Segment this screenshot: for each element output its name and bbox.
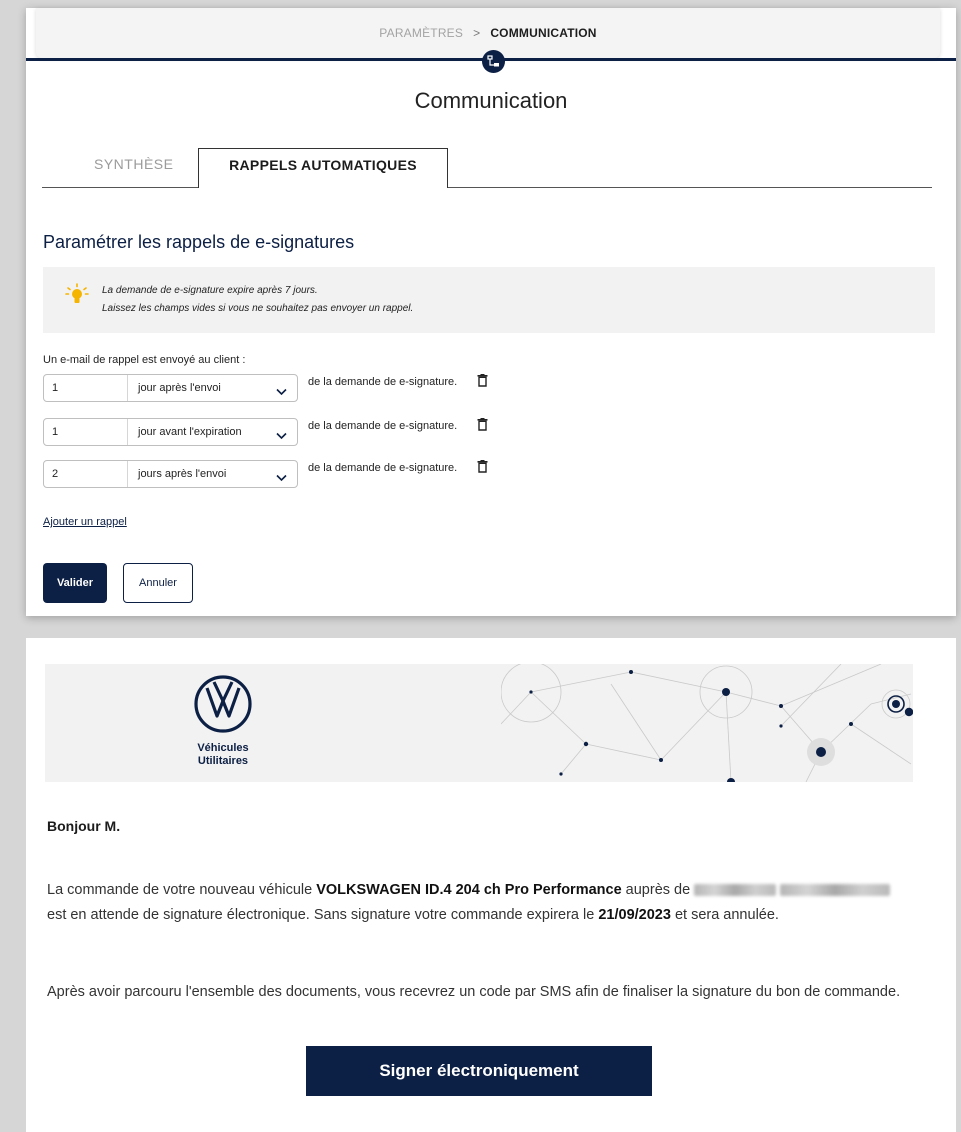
reminder-field: jours après l'envoi [43,460,298,488]
settings-panel: PARAMÈTRES > COMMUNICATION Communication… [26,8,956,616]
redacted-dealer-name [694,884,777,897]
expiry-date: 21/09/2023 [598,907,671,923]
reminder-suffix: de la demande de e-signature. [308,420,458,432]
chevron-down-icon[interactable] [276,383,287,401]
email-paragraph-order: La commande de votre nouveau véhicule VO… [47,878,909,928]
info-text-empty-fields: Laissez les champs vides si vous ne souh… [102,303,414,314]
add-reminder-link[interactable]: Ajouter un rappel [43,516,127,528]
email-text: et sera annulée. [670,907,779,923]
network-decoration [501,664,913,782]
breadcrumb-current: COMMUNICATION [490,26,597,40]
trash-icon[interactable] [477,460,488,478]
chevron-down-icon[interactable] [276,427,287,445]
reminder-row: jours après l'envoi de la demande de e-s… [43,460,743,490]
sign-electronically-button[interactable]: Signer électroniquement [306,1046,652,1096]
email-paragraph-sms: Après avoir parcouru l'ensemble des docu… [47,984,901,1000]
tab-bar: SYNTHÈSE RAPPELS AUTOMATIQUES [42,148,932,188]
reminder-days-input[interactable] [44,419,128,445]
vw-logo [193,674,253,739]
info-box: La demande de e-signature expire après 7… [43,267,935,333]
reminder-suffix: de la demande de e-signature. [308,462,458,474]
email-greeting: Bonjour M. [47,818,121,834]
trash-icon[interactable] [477,418,488,436]
email-preview: Véhicules Utilitaires Bonjour M. La comm… [26,638,956,1132]
sitemap-icon [482,50,505,73]
chevron-down-icon[interactable] [276,469,287,487]
email-banner: Véhicules Utilitaires [45,664,913,782]
reminder-field: jour avant l'expiration [43,418,298,446]
reminder-unit-select[interactable]: jours après l'envoi [138,468,226,480]
reminder-intro-label: Un e-mail de rappel est envoyé au client… [43,354,246,366]
email-text: La commande de votre nouveau véhicule [47,882,317,898]
reminder-row: jour après l'envoi de la demande de e-si… [43,374,743,404]
breadcrumb-parent-link[interactable]: PARAMÈTRES [379,26,463,40]
brand-line1: Véhicules [197,742,249,754]
brand-caption: Véhicules Utilitaires [177,742,269,768]
info-text-expiry: La demande de e-signature expire après 7… [102,285,318,296]
breadcrumb-separator: > [473,26,481,40]
vehicle-name: VOLKSWAGEN ID.4 204 ch Pro Performance [316,882,622,898]
section-title: Paramétrer les rappels de e-signatures [43,232,355,252]
tab-underline [448,187,932,188]
brand-line2: Utilitaires [197,755,249,767]
reminder-suffix: de la demande de e-signature. [308,376,458,388]
page-title: Communication [414,88,568,113]
tab-underline [42,187,198,188]
reminder-field: jour après l'envoi [43,374,298,402]
tab-synthese[interactable]: SYNTHÈSE [94,156,173,172]
reminder-row: jour avant l'expiration de la demande de… [43,418,743,448]
cancel-button[interactable]: Annuler [123,563,193,603]
reminder-days-input[interactable] [44,375,128,401]
validate-button[interactable]: Valider [43,563,107,603]
email-text: auprès de [621,882,695,898]
lightbulb-icon [65,283,89,312]
email-text: est en attende de signature électronique… [47,907,599,923]
reminder-days-input[interactable] [44,461,128,487]
redacted-dealer-name [780,884,891,897]
trash-icon[interactable] [477,374,488,392]
tab-rappels-automatiques[interactable]: RAPPELS AUTOMATIQUES [198,148,448,188]
reminder-unit-select[interactable]: jour avant l'expiration [138,426,242,438]
reminder-unit-select[interactable]: jour après l'envoi [138,382,221,394]
